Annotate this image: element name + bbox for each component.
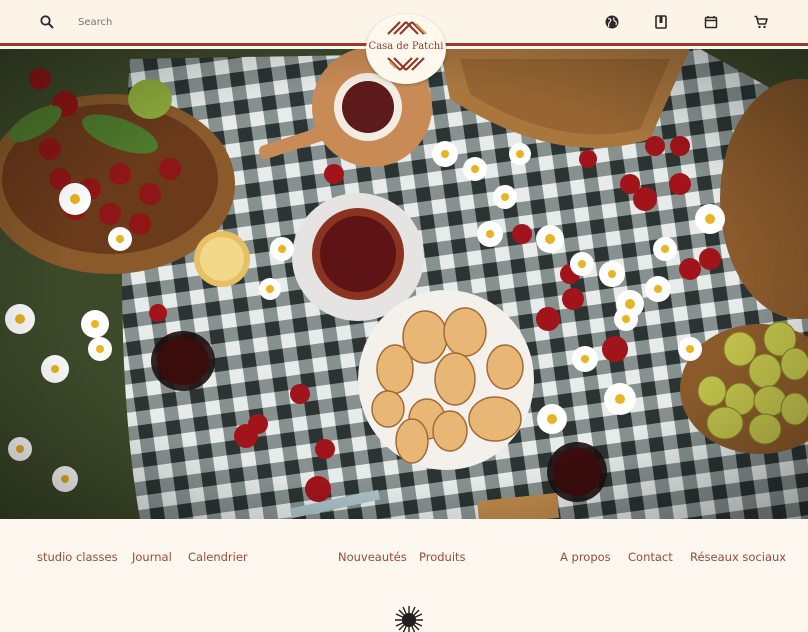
sun-icon bbox=[395, 606, 423, 632]
picnic-photo bbox=[0, 49, 808, 519]
footer-nav-right: A propos Contact Réseaux sociaux bbox=[500, 550, 808, 570]
nav-nouveautes[interactable]: Nouveautés bbox=[338, 550, 407, 564]
search-icon[interactable] bbox=[38, 13, 56, 31]
cart-icon[interactable] bbox=[752, 13, 770, 31]
page: Casa de Patchi bbox=[0, 0, 808, 632]
logo-text: Casa de Patchi bbox=[368, 41, 444, 52]
nav-a-propos[interactable]: A propos bbox=[560, 550, 611, 564]
nav-reseaux-sociaux[interactable]: Réseaux sociaux bbox=[690, 550, 786, 564]
brand-logo[interactable]: Casa de Patchi bbox=[366, 14, 446, 84]
book-icon[interactable] bbox=[652, 13, 670, 31]
search-input[interactable] bbox=[78, 12, 278, 32]
nav-studio-classes[interactable]: studio classes bbox=[37, 550, 118, 564]
calendar-icon[interactable] bbox=[702, 13, 720, 31]
hero-image bbox=[0, 49, 808, 519]
globe-icon[interactable] bbox=[603, 13, 621, 31]
nav-calendrier[interactable]: Calendrier bbox=[188, 550, 248, 564]
footer-nav-center: Nouveautés Produits bbox=[300, 550, 500, 570]
nav-journal[interactable]: Journal bbox=[132, 550, 172, 564]
footer-nav-left: studio classes Journal Calendrier bbox=[0, 550, 300, 570]
nav-produits[interactable]: Produits bbox=[419, 550, 466, 564]
nav-contact[interactable]: Contact bbox=[628, 550, 673, 564]
